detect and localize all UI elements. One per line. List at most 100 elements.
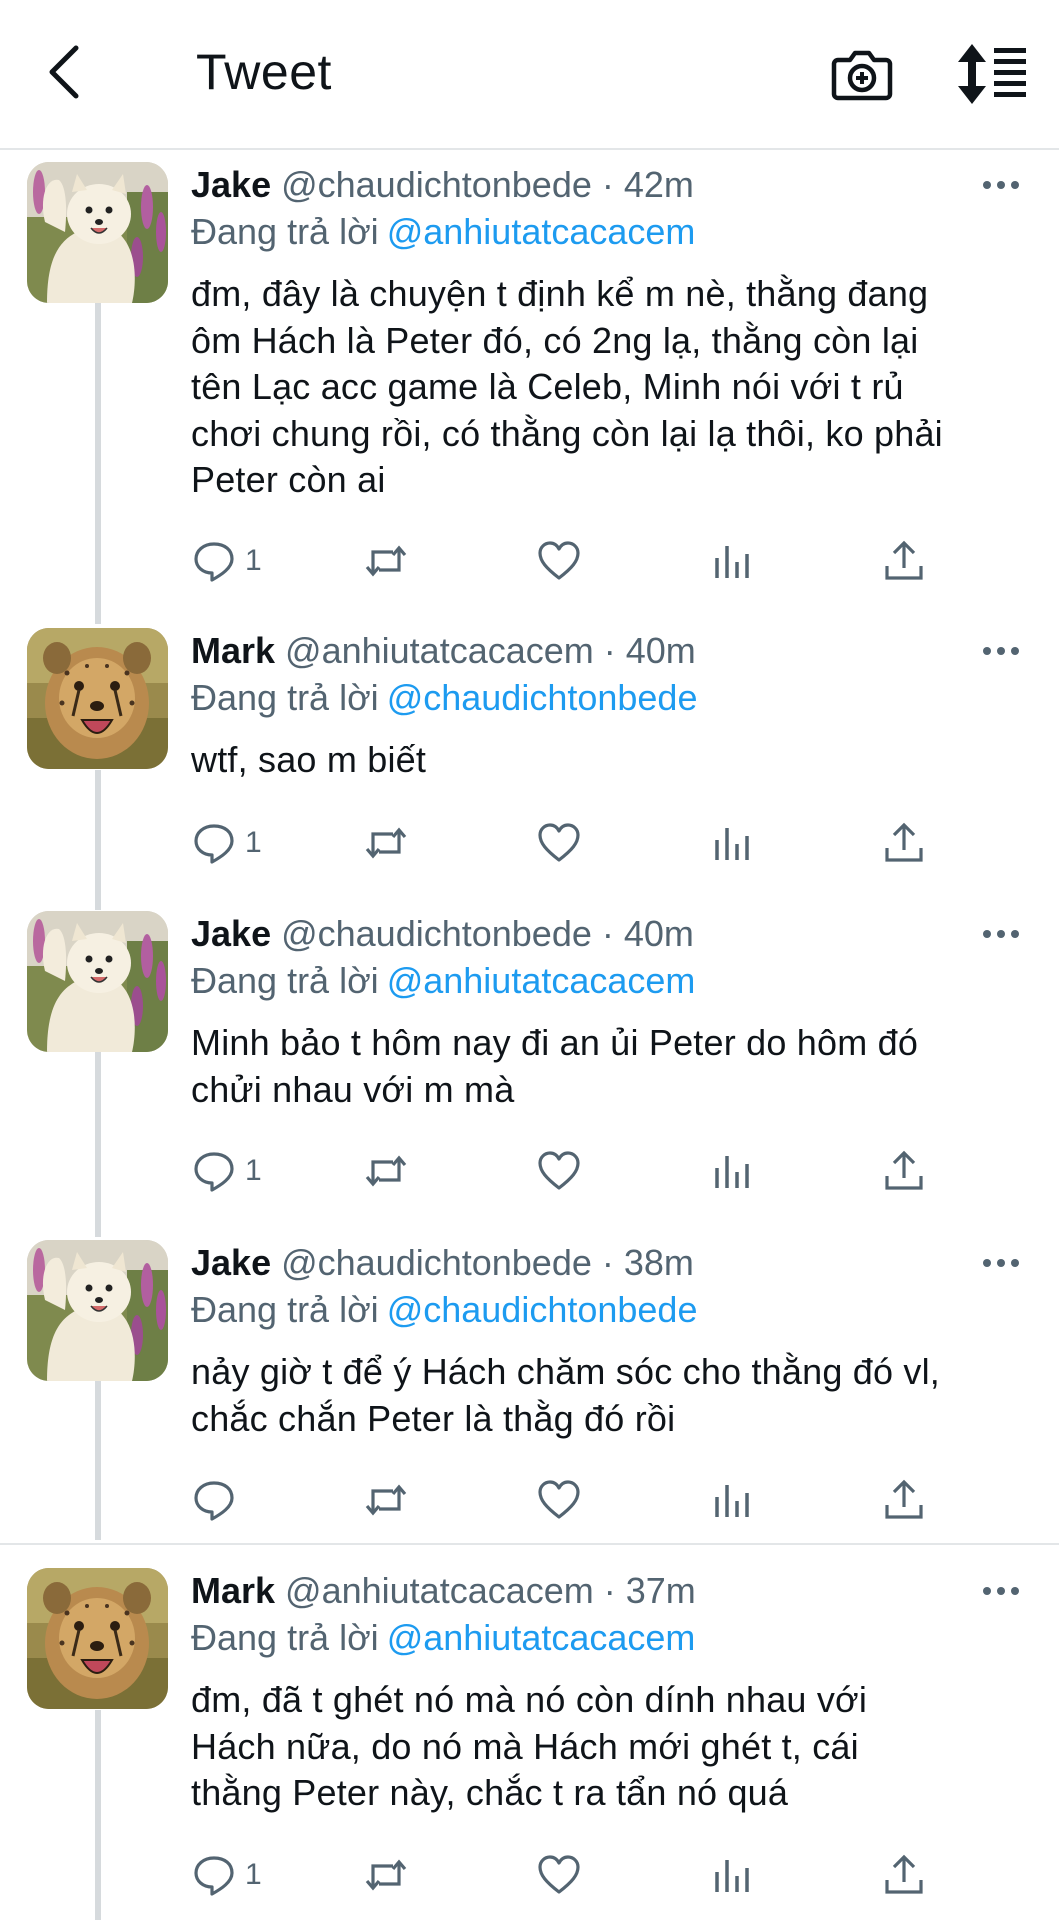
tweet-actions: 1	[191, 536, 971, 586]
tweet-text-line: đm, đây là chuyện t định kể m nè, thằng …	[191, 273, 929, 314]
handle-and-time: @chaudichtonbede · 40m	[281, 913, 694, 954]
tweet-text-line: ôm Hách là Peter đó, có 2ng lạ, thằng cò…	[191, 319, 919, 361]
reply-count: 1	[245, 544, 262, 577]
tweet-text-line: chắc chắn Peter là thằg đó rồi	[191, 1397, 676, 1439]
page-title: Tweet	[196, 44, 332, 100]
more-options-button[interactable]	[981, 634, 1021, 668]
avatar[interactable]	[27, 1240, 168, 1381]
avatar[interactable]	[27, 628, 168, 769]
replying-to: Đang trả lời @anhiutatcacacem	[191, 208, 695, 256]
samoyed-dog-image	[27, 1240, 168, 1381]
tweet-text-line: đm, đã t ghét nó mà nó còn dính nhau với	[191, 1679, 868, 1720]
share-icon	[885, 1150, 923, 1190]
display-name[interactable]: Jake	[191, 164, 271, 205]
display-name[interactable]: Mark	[191, 630, 275, 671]
avatar[interactable]	[27, 911, 168, 1052]
tweet-header: Jake @chaudichtonbede · 40m	[191, 911, 694, 957]
camera-plus-icon	[831, 50, 893, 101]
chevron-left-icon	[49, 45, 79, 99]
retweet-button[interactable]	[363, 536, 409, 586]
more-icon	[983, 1587, 1019, 1595]
like-button[interactable]	[536, 536, 582, 586]
retweet-button[interactable]	[363, 1475, 409, 1525]
display-name[interactable]: Jake	[191, 1242, 271, 1283]
replying-to-label: Đang trả lời	[191, 677, 379, 718]
replying-to-label: Đang trả lời	[191, 1289, 379, 1330]
mention-link[interactable]: @anhiutatcacacem	[387, 211, 696, 252]
mention-link[interactable]: @chaudichtonbede	[387, 1289, 698, 1330]
retweet-button[interactable]	[363, 818, 409, 868]
share-button[interactable]	[881, 1146, 927, 1196]
more-options-button[interactable]	[981, 1246, 1021, 1280]
views-button[interactable]	[709, 536, 755, 586]
reply-button[interactable]	[191, 1475, 245, 1525]
reply-button[interactable]: 1	[191, 1146, 262, 1196]
like-button[interactable]	[536, 1475, 582, 1525]
retweet-icon	[365, 545, 407, 577]
share-button[interactable]	[881, 1475, 927, 1525]
camera-button[interactable]	[828, 40, 896, 108]
views-icon	[715, 546, 749, 578]
retweet-button[interactable]	[363, 1850, 409, 1900]
share-button[interactable]	[881, 1850, 927, 1900]
reply-button[interactable]: 1	[191, 1850, 262, 1900]
heart-icon	[538, 1480, 580, 1519]
tweet-actions: 1	[191, 1850, 971, 1900]
more-icon	[983, 181, 1019, 189]
handle-and-time: @chaudichtonbede · 42m	[281, 164, 694, 205]
tweet-text-line: thằng Peter này, chắc t ra tẩn nó quá	[191, 1772, 789, 1813]
handle-and-time: @chaudichtonbede · 38m	[281, 1242, 694, 1283]
avatar[interactable]	[27, 1568, 168, 1709]
retweet-icon	[365, 827, 407, 859]
reply-icon	[194, 542, 234, 582]
tweet-header: Jake @chaudichtonbede · 42m	[191, 162, 694, 208]
display-name[interactable]: Mark	[191, 1570, 275, 1611]
more-options-button[interactable]	[981, 917, 1021, 951]
heart-icon	[538, 541, 580, 580]
mention-link[interactable]: @chaudichtonbede	[387, 677, 698, 718]
reply-icon	[194, 1856, 234, 1896]
tweet-text: đm, đã t ghét nó mà nó còn dính nhau với…	[191, 1677, 1031, 1817]
replying-to: Đang trả lời @anhiutatcacacem	[191, 1614, 695, 1662]
replying-to: Đang trả lời @chaudichtonbede	[191, 1286, 697, 1334]
like-button[interactable]	[536, 818, 582, 868]
like-button[interactable]	[536, 1146, 582, 1196]
reply-button[interactable]: 1	[191, 818, 262, 868]
share-button[interactable]	[881, 536, 927, 586]
mention-link[interactable]: @anhiutatcacacem	[387, 1617, 696, 1658]
sort-button[interactable]	[956, 40, 1030, 108]
reply-count: 1	[245, 1154, 262, 1187]
retweet-button[interactable]	[363, 1146, 409, 1196]
tweet-text-line: chơi chung rồi, có thằng còn lại lạ thôi…	[191, 412, 943, 454]
share-button[interactable]	[881, 818, 927, 868]
views-button[interactable]	[709, 1475, 755, 1525]
reply-button[interactable]: 1	[191, 536, 262, 586]
thread-line	[95, 1710, 101, 1920]
share-icon	[885, 1854, 923, 1894]
heart-icon	[538, 823, 580, 862]
replying-to: Đang trả lời @chaudichtonbede	[191, 674, 697, 722]
views-button[interactable]	[709, 1146, 755, 1196]
like-button[interactable]	[536, 1850, 582, 1900]
tweet-header: Jake @chaudichtonbede · 38m	[191, 1240, 694, 1286]
more-options-button[interactable]	[981, 168, 1021, 202]
handle-and-time: @anhiutatcacacem · 37m	[285, 1570, 696, 1611]
heart-icon	[538, 1855, 580, 1894]
tweet-actions	[191, 1475, 971, 1525]
tweet-text-line: Hách nữa, do nó mà Hách mới ghét t, cái	[191, 1725, 859, 1767]
back-button[interactable]	[36, 40, 92, 104]
views-button[interactable]	[709, 818, 755, 868]
display-name[interactable]: Jake	[191, 913, 271, 954]
thread-line	[95, 770, 101, 910]
mention-link[interactable]: @anhiutatcacacem	[387, 960, 696, 1001]
heart-icon	[538, 1151, 580, 1190]
avatar[interactable]	[27, 162, 168, 303]
tweet-text: wtf, sao m biết	[191, 737, 1031, 784]
replying-to: Đang trả lời @anhiutatcacacem	[191, 957, 695, 1005]
more-options-button[interactable]	[981, 1574, 1021, 1608]
thread-line	[95, 1052, 101, 1237]
tweet-header: Mark @anhiutatcacacem · 37m	[191, 1568, 696, 1614]
views-button[interactable]	[709, 1850, 755, 1900]
cheetah-cub-image	[27, 1568, 168, 1709]
tweet-text: Minh bảo t hôm nay đi an ủi Peter do hôm…	[191, 1020, 1031, 1113]
